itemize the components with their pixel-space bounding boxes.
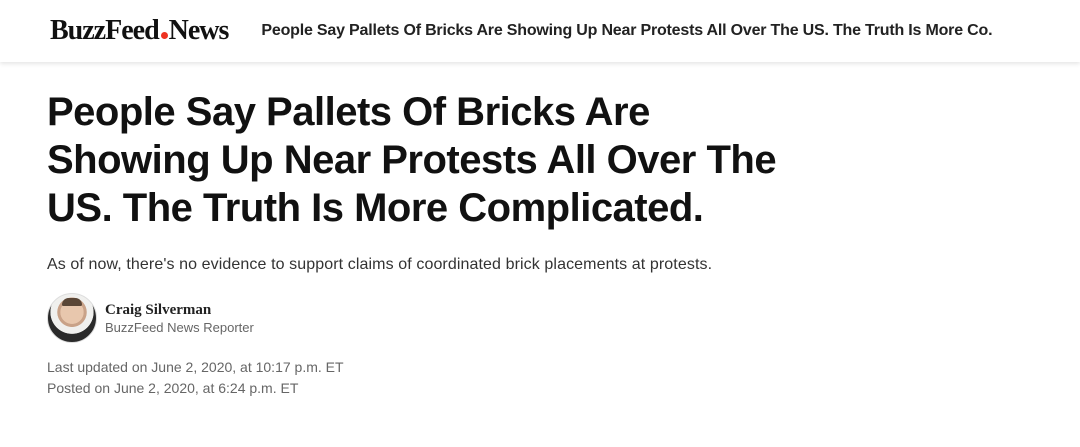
logo-news-text: News bbox=[168, 15, 230, 46]
last-updated-timestamp: Last updated on June 2, 2020, at 10:17 p… bbox=[47, 359, 344, 375]
logo-dot-icon bbox=[160, 32, 168, 39]
byline: Craig Silverman BuzzFeed News Reporter bbox=[47, 293, 1047, 343]
logo-buzzfeed-text: BuzzFeed bbox=[50, 15, 160, 46]
author-name-link[interactable]: Craig Silverman bbox=[105, 302, 254, 319]
sticky-article-title[interactable]: People Say Pallets Of Bricks Are Showing… bbox=[261, 22, 992, 40]
author-role: BuzzFeed News Reporter bbox=[105, 319, 254, 335]
article-dek: As of now, there's no evidence to suppor… bbox=[47, 256, 713, 273]
buzzfeed-news-logo[interactable]: BuzzFeed News bbox=[50, 15, 230, 46]
article-headline: People Say Pallets Of Bricks Are Showing… bbox=[47, 90, 777, 230]
author-avatar[interactable] bbox=[47, 293, 97, 343]
author-info: Craig Silverman BuzzFeed News Reporter bbox=[105, 302, 254, 335]
article-header: People Say Pallets Of Bricks Are Showing… bbox=[47, 88, 1047, 399]
timestamps: Last updated on June 2, 2020, at 10:17 p… bbox=[47, 357, 1047, 399]
top-nav-bar: BuzzFeed News People Say Pallets Of Bric… bbox=[0, 0, 1080, 62]
posted-timestamp: Posted on June 2, 2020, at 6:24 p.m. ET bbox=[47, 380, 299, 396]
